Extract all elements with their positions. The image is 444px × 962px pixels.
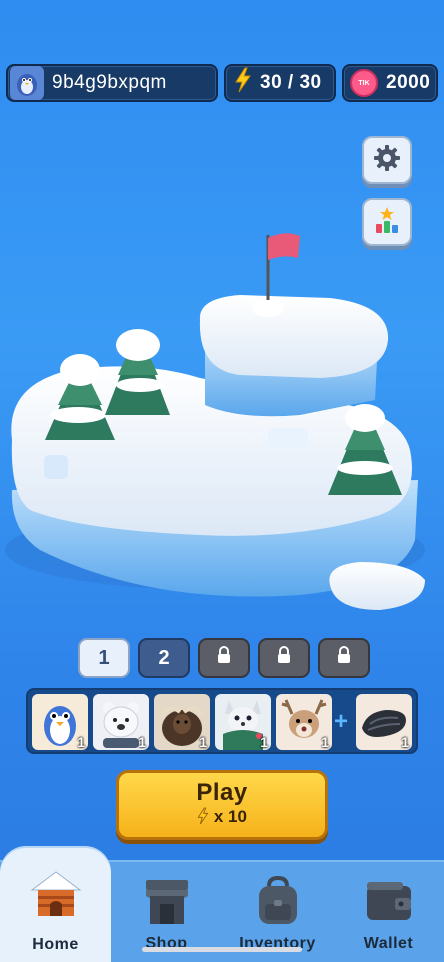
play-button[interactable]: Play x 10: [116, 770, 328, 840]
top-bar: 9b4g9bxpqm 30 / 30 TIK 2000: [6, 64, 438, 104]
sled-item-card[interactable]: 1: [356, 694, 412, 750]
level-3-locked[interactable]: [198, 638, 250, 678]
lightning-icon: [234, 67, 252, 99]
energy-pill[interactable]: 30 / 30: [224, 64, 336, 102]
reindeer-card[interactable]: 1: [276, 694, 332, 750]
play-label: Play: [196, 779, 248, 806]
tik-coin-icon: TIK: [350, 69, 378, 97]
card-count: 1: [77, 734, 85, 750]
card-count: 1: [401, 734, 409, 750]
arctic-fox-card[interactable]: 1: [215, 694, 271, 750]
card-count: 1: [321, 734, 329, 750]
plus-icon: +: [334, 708, 349, 735]
home-icon: [28, 866, 84, 927]
penguin-avatar-icon: [10, 66, 44, 100]
ice-island-scene: [0, 210, 444, 630]
card-count: 1: [199, 734, 207, 750]
wallet-icon: [363, 876, 415, 933]
card-count: 1: [260, 734, 268, 750]
username: 9b4g9bxpqm: [52, 72, 167, 93]
musk-ox-card[interactable]: 1: [154, 694, 210, 750]
profile-pill[interactable]: 9b4g9bxpqm: [6, 64, 218, 102]
card-count: 1: [138, 734, 146, 750]
tab-home[interactable]: Home: [0, 848, 111, 962]
gear-icon: [373, 144, 401, 177]
level-1-button[interactable]: 1: [78, 638, 130, 678]
lock-icon: [276, 646, 292, 670]
level-2-button[interactable]: 2: [138, 638, 190, 678]
lock-icon: [216, 646, 232, 670]
play-cost: x 10: [119, 807, 325, 827]
play-cost-value: x 10: [213, 807, 247, 826]
lock-icon: [336, 646, 352, 670]
lightning-icon: [197, 807, 214, 826]
penguin-card[interactable]: 1: [32, 694, 88, 750]
tab-wallet[interactable]: Wallet: [333, 862, 444, 962]
level-5-locked[interactable]: [318, 638, 370, 678]
shop-icon: [142, 876, 192, 933]
tab-label: Home: [32, 936, 79, 953]
level-4-locked[interactable]: [258, 638, 310, 678]
tik-balance: 2000: [386, 72, 431, 93]
tab-label: Wallet: [363, 935, 414, 952]
tik-balance-pill[interactable]: TIK 2000: [342, 64, 438, 102]
bottom-nav: Home Shop Inventory Wallet: [0, 848, 444, 962]
team-strip: 1 1 1 1 1 + 1: [26, 688, 418, 754]
polar-bear-card[interactable]: 1: [93, 694, 149, 750]
settings-button[interactable]: [362, 136, 412, 184]
energy-value: 30 / 30: [260, 72, 322, 93]
backpack-icon: [253, 875, 303, 933]
level-selector: 1 2: [78, 638, 370, 678]
home-indicator: [142, 947, 302, 952]
